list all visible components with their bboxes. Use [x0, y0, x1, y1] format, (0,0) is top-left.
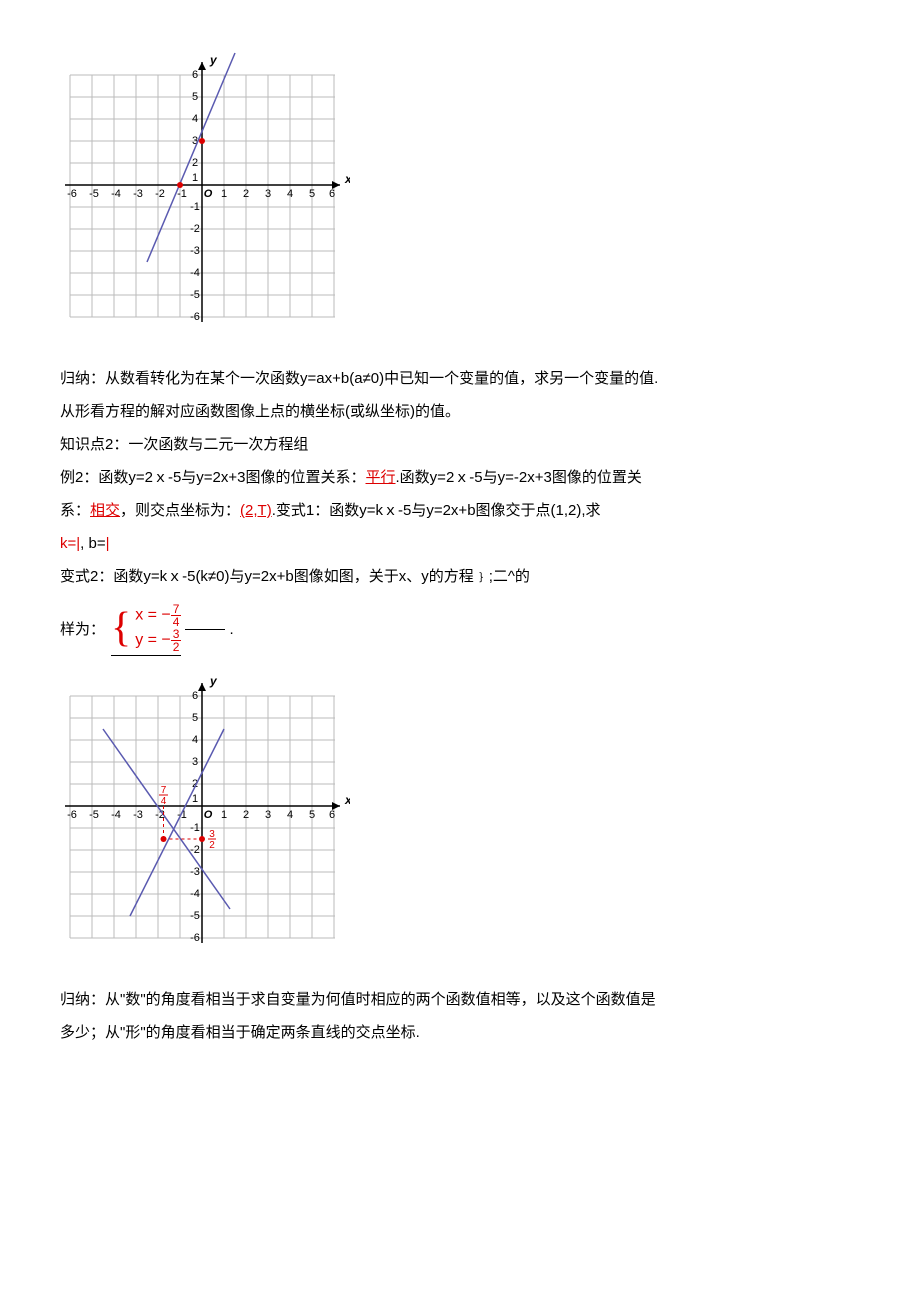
svg-text:4: 4 — [287, 188, 293, 200]
svg-text:O: O — [204, 809, 213, 821]
svg-text:-5: -5 — [190, 289, 200, 301]
svg-text:-3: -3 — [133, 188, 143, 200]
summary-2a: 归纳：从"数"的角度看相当于求自变量为何值时相应的两个函数值相等，以及这个函数值… — [60, 983, 860, 1016]
label: 样为： — [60, 613, 105, 646]
svg-text:3: 3 — [265, 188, 271, 200]
b-value: | — [106, 535, 110, 552]
period: . — [229, 613, 233, 646]
variant-2: 变式2：函数y=kｘ-5(k≠0)与y=2x+b图像如图，关于x、y的方程﹜;二… — [60, 560, 860, 593]
svg-text:4: 4 — [287, 809, 293, 821]
graph-1: x y -6-5-4 -3-2-1 O 123 456 654 321 -1-2… — [60, 50, 860, 352]
summary-1a: 归纳：从数看转化为在某个一次函数y=ax+b(a≠0)中已知一个变量的值，求另一… — [60, 362, 860, 395]
svg-text:O: O — [204, 188, 213, 200]
y-equation: y = −32 — [135, 628, 181, 653]
example-2-line2: 系：相交，则交点坐标为：(2,T).变式1：函数y=kｘ-5与y=2x+b图像交… — [60, 494, 860, 527]
text: 系： — [60, 502, 90, 519]
answer-parallel: 平行 — [366, 469, 396, 486]
brace-icon: { — [111, 607, 131, 649]
svg-text:6: 6 — [192, 690, 198, 702]
text: ，则交点坐标为： — [120, 502, 240, 519]
x-equation: x = −74 — [135, 603, 181, 628]
svg-text:7: 7 — [161, 785, 167, 796]
svg-text:3: 3 — [265, 809, 271, 821]
answer-point: (2,T) — [240, 502, 272, 519]
svg-text:6: 6 — [192, 69, 198, 81]
svg-text:x: x — [344, 172, 350, 186]
svg-text:-6: -6 — [190, 932, 200, 944]
svg-text:-3: -3 — [190, 866, 200, 878]
svg-text:-1: -1 — [190, 822, 200, 834]
svg-text:4: 4 — [192, 734, 198, 746]
svg-text:-1: -1 — [190, 201, 200, 213]
text: 例2：函数y=2ｘ-5与y=2x+3图像的位置关系： — [60, 469, 366, 486]
graph-2: x y -6-5-4 -3-2-1 O 123 456 654 321 -1-2… — [60, 671, 860, 973]
svg-text:1: 1 — [192, 172, 198, 184]
svg-text:-4: -4 — [111, 809, 121, 821]
svg-text:-6: -6 — [67, 809, 77, 821]
svg-text:6: 6 — [329, 188, 335, 200]
svg-text:-2: -2 — [155, 188, 165, 200]
svg-text:-5: -5 — [89, 188, 99, 200]
svg-text:-6: -6 — [67, 188, 77, 200]
svg-text:-2: -2 — [190, 223, 200, 235]
svg-text:5: 5 — [309, 809, 315, 821]
text: .函数y=2ｘ-5与y=-2x+3图像的位置关 — [396, 469, 642, 486]
svg-text:-5: -5 — [89, 809, 99, 821]
svg-text:5: 5 — [309, 188, 315, 200]
svg-text:6: 6 — [329, 809, 335, 821]
svg-text:-4: -4 — [190, 267, 200, 279]
svg-text:-4: -4 — [190, 888, 200, 900]
summary-1b: 从形看方程的解对应函数图像上点的横坐标(或纵坐标)的值。 — [60, 395, 860, 428]
example-2-line3: k=|, b=| — [60, 527, 860, 560]
summary-2b: 多少；从"形"的角度看相当于确定两条直线的交点坐标. — [60, 1016, 860, 1049]
svg-text:-3: -3 — [133, 809, 143, 821]
svg-text:1: 1 — [221, 809, 227, 821]
k-equals: k= — [60, 535, 76, 552]
svg-text:-3: -3 — [190, 245, 200, 257]
svg-text:2: 2 — [209, 840, 215, 851]
svg-text:-4: -4 — [111, 188, 121, 200]
svg-text:3: 3 — [209, 829, 215, 840]
svg-text:-1: -1 — [177, 188, 187, 200]
svg-text:4: 4 — [161, 796, 167, 807]
svg-text:2: 2 — [243, 188, 249, 200]
svg-text:2: 2 — [192, 157, 198, 169]
svg-text:3: 3 — [192, 756, 198, 768]
svg-text:4: 4 — [192, 113, 198, 125]
blank-line — [185, 629, 225, 630]
svg-text:y: y — [209, 674, 218, 688]
svg-text:y: y — [209, 53, 218, 67]
svg-text:-5: -5 — [190, 910, 200, 922]
svg-text:5: 5 — [192, 712, 198, 724]
text: , b= — [80, 535, 105, 552]
svg-text:1: 1 — [221, 188, 227, 200]
svg-text:-6: -6 — [190, 311, 200, 323]
topic-2-title: 知识点2：一次函数与二元一次方程组 — [60, 428, 860, 461]
system-solution: 样为： { x = −74 y = −32 . — [60, 603, 234, 656]
answer-intersect: 相交 — [90, 502, 120, 519]
text: .变式1：函数y=kｘ-5与y=2x+b图像交于点(1,2),求 — [272, 502, 601, 519]
svg-text:x: x — [344, 793, 350, 807]
svg-text:5: 5 — [192, 91, 198, 103]
svg-text:1: 1 — [192, 793, 198, 805]
example-2-line1: 例2：函数y=2ｘ-5与y=2x+3图像的位置关系：平行.函数y=2ｘ-5与y=… — [60, 461, 860, 494]
svg-text:2: 2 — [243, 809, 249, 821]
